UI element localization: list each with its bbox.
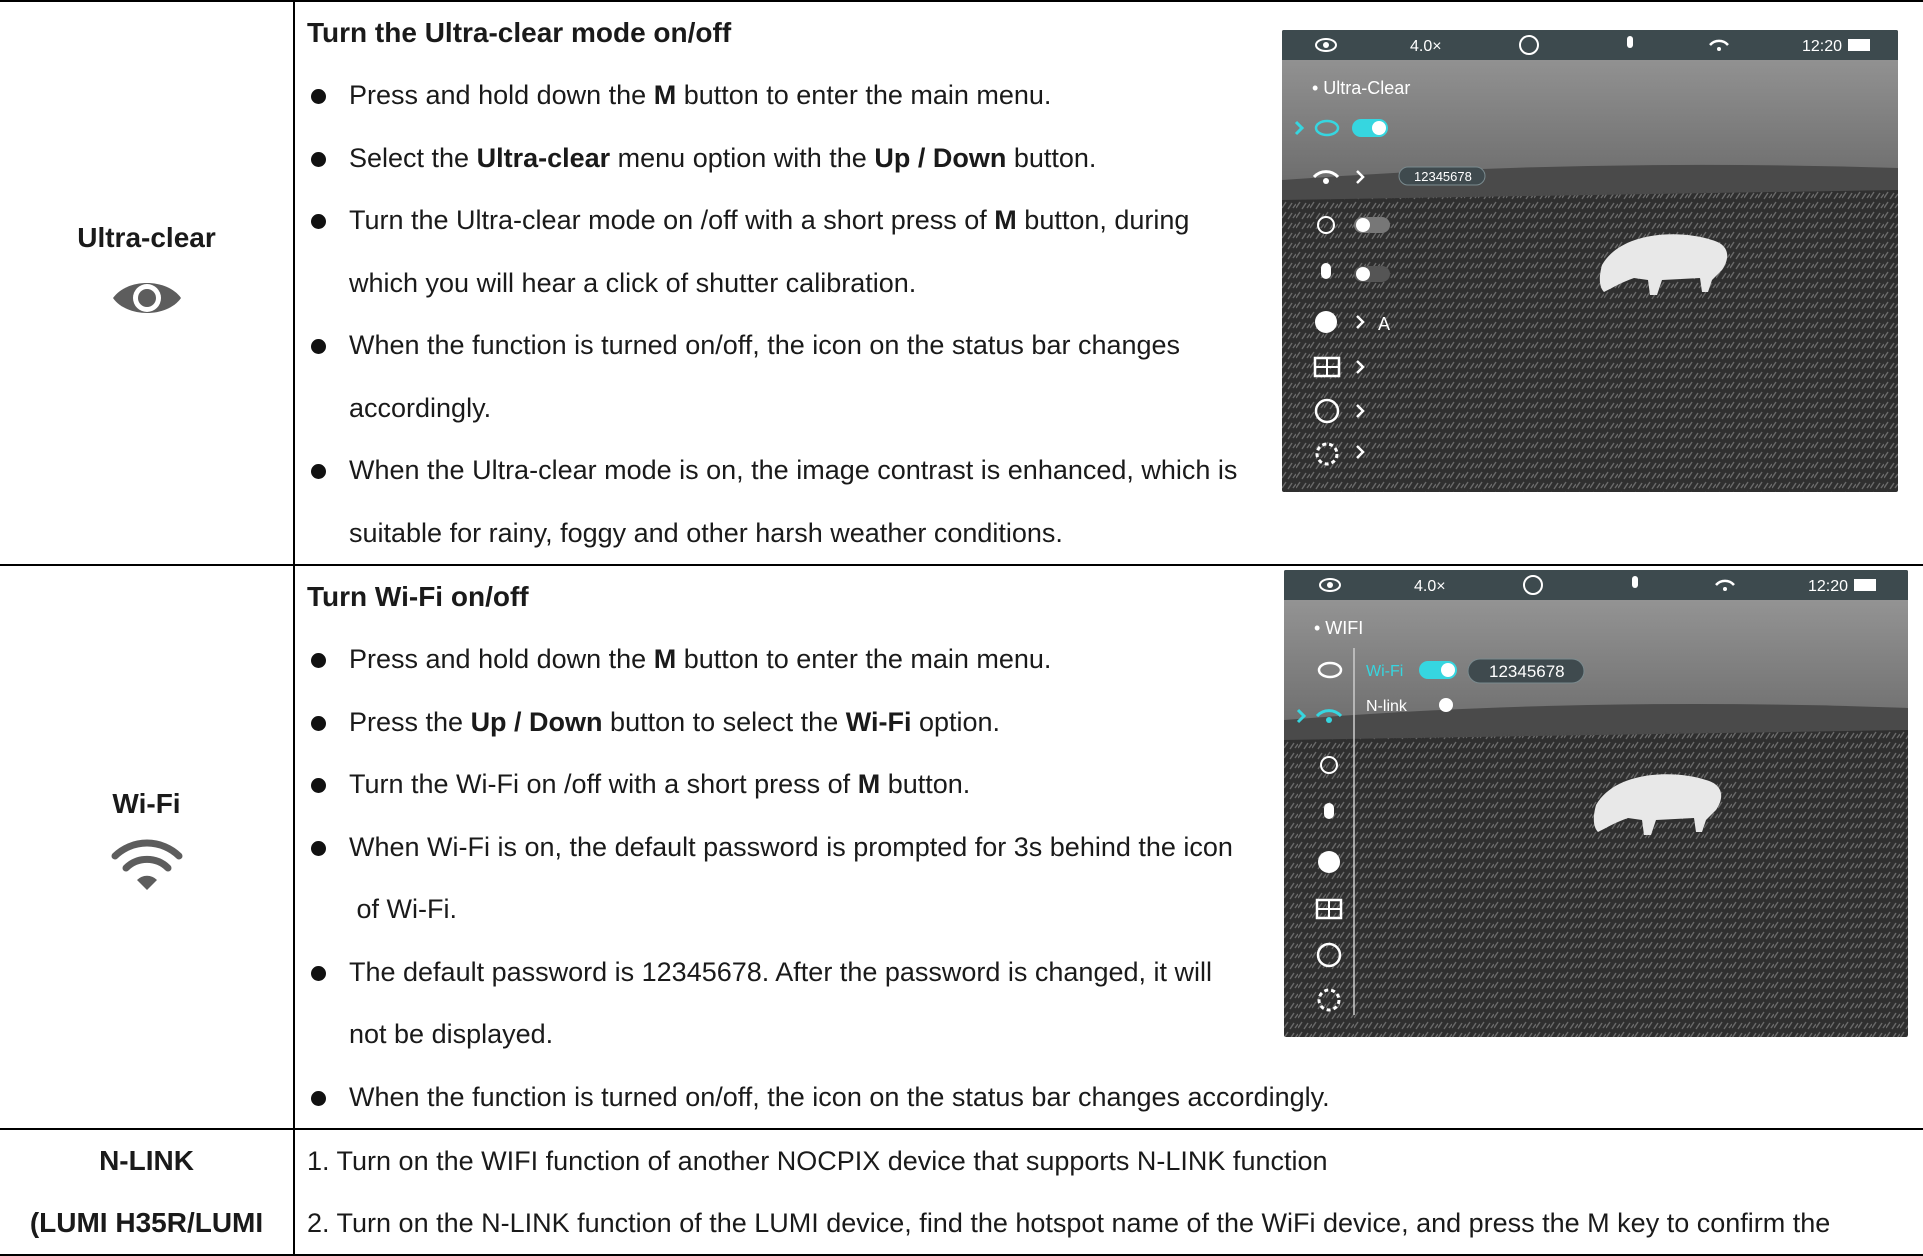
instruction-list: Press and hold down the M button to ente… (307, 64, 1267, 564)
svg-text:4.0×: 4.0× (1410, 38, 1442, 55)
list-item: When the Ultra-clear mode is on, the ima… (307, 439, 1267, 564)
svg-text:• WIFI: • WIFI (1314, 618, 1363, 638)
wifi-label-cell: Wi-Fi (0, 788, 293, 899)
section-heading: Turn the Ultra-clear mode on/off (307, 17, 732, 48)
nlink-label-line1: N-LINK (99, 1145, 194, 1176)
wifi-label: Wi-Fi (112, 788, 181, 819)
svg-text:12345678: 12345678 (1489, 662, 1565, 681)
nlink-steps: 1. Turn on the WIFI function of another … (307, 1130, 1830, 1254)
ultra-clear-device-screenshot: 4.0× 12:20 • Ultra-Clear 12345678 A (1282, 30, 1898, 492)
step-item: 2. Turn on the N-LINK function of the LU… (307, 1208, 1831, 1238)
svg-text:Wi-Fi: Wi-Fi (1366, 663, 1403, 680)
nlink-label-cell: N-LINK (LUMI H35R/LUMI (0, 1130, 293, 1254)
list-item: When the function is turned on/off, the … (307, 1066, 1907, 1129)
column-divider (293, 0, 295, 1256)
svg-text:12345678: 12345678 (1414, 169, 1472, 184)
svg-text:N-link: N-link (1366, 698, 1408, 715)
list-item: When the function is turned on/off, the … (307, 314, 1267, 439)
list-item: Turn the Ultra-clear mode on /off with a… (307, 189, 1267, 314)
svg-text:4.0×: 4.0× (1414, 578, 1446, 595)
svg-text:12:20: 12:20 (1802, 38, 1842, 55)
step-item: 1. Turn on the WIFI function of another … (307, 1146, 1328, 1176)
svg-text:12:20: 12:20 (1808, 578, 1848, 595)
list-item: Press and hold down the M button to ente… (307, 64, 1267, 127)
ultra-clear-label: Ultra-clear (77, 222, 216, 253)
ultra-clear-content: Turn the Ultra-clear mode on/off Press a… (307, 2, 1267, 564)
wifi-device-screenshot: 4.0× 12:20 • WIFI Wi-Fi 12345678 N-link (1284, 570, 1908, 1037)
ultra-clear-label-cell: Ultra-clear (0, 222, 293, 327)
list-item: Select the Ultra-clear menu option with … (307, 127, 1267, 190)
wifi-icon (111, 839, 182, 890)
svg-text:A: A (1378, 314, 1390, 334)
nlink-label-line2: (LUMI H35R/LUMI (29, 1207, 264, 1238)
svg-text:• Ultra-Clear: • Ultra-Clear (1312, 78, 1410, 98)
eye-icon (112, 283, 181, 313)
